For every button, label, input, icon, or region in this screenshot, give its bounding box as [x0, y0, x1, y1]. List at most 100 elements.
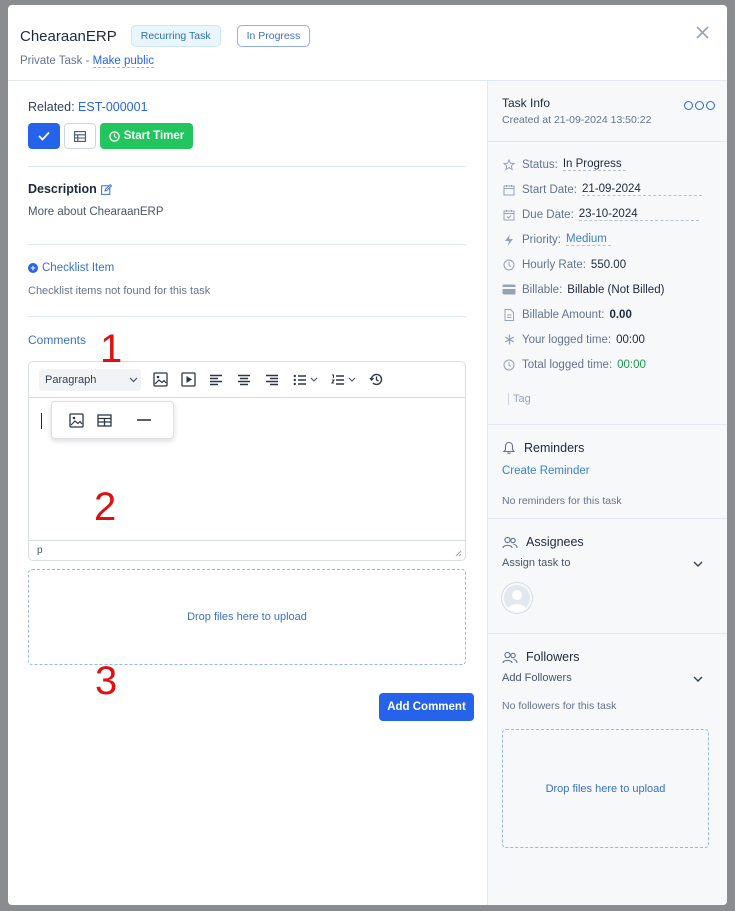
sidebar-file-dropzone[interactable]: Drop files here to upload	[502, 729, 709, 848]
recurring-badge: Recurring Task	[130, 25, 221, 47]
insert-table-icon[interactable]	[95, 411, 113, 429]
mark-complete-button[interactable]	[28, 123, 60, 149]
info-total-logged-time: Total logged time: 00:00	[502, 352, 713, 377]
reminders-empty-text: No reminders for this task	[502, 495, 622, 507]
quick-insert-toolbar	[51, 401, 174, 439]
close-icon[interactable]	[696, 23, 709, 43]
total-logged-time-value: 00:00	[617, 358, 646, 371]
description-header: Description	[28, 182, 467, 196]
avatar[interactable]	[502, 583, 532, 613]
billable-amount-value: 0.00	[609, 308, 632, 321]
editor-toolbar: Paragraph	[29, 362, 465, 398]
task-sidebar: Task Info Created at 21-09-2024 13:50:22…	[487, 81, 727, 905]
more-options-icon[interactable]	[684, 101, 715, 110]
related-label: Related:	[28, 100, 75, 114]
related-link[interactable]: EST-000001	[78, 100, 148, 114]
divider	[28, 316, 466, 317]
description-title: Description	[28, 182, 97, 196]
make-public-link[interactable]: Make public	[92, 55, 155, 68]
divider	[28, 166, 466, 167]
reminders-section: Reminders Create Reminder No reminders f…	[488, 424, 727, 518]
history-icon[interactable]	[367, 371, 385, 389]
checklist-title: Checklist Item	[42, 262, 115, 274]
bolt-icon	[502, 234, 516, 246]
create-reminder-link[interactable]: Create Reminder	[502, 465, 713, 477]
drop-text: Drop files here to upload	[187, 611, 307, 623]
checklist-empty-text: Checklist items not found for this task	[28, 285, 211, 297]
start-timer-button[interactable]: Start Timer	[100, 123, 193, 149]
status-badge: In Progress	[236, 25, 311, 47]
action-buttons: Start Timer	[28, 123, 467, 149]
align-right-icon[interactable]	[263, 371, 281, 389]
bell-icon	[502, 441, 516, 454]
credit-card-icon	[502, 284, 516, 295]
task-modal: ChearaanERP Recurring Task In Progress P…	[8, 5, 727, 905]
calendar-icon	[502, 184, 516, 196]
chevron-down-icon	[693, 676, 703, 682]
plus-circle-icon: +	[28, 263, 38, 273]
chevron-down-icon	[348, 377, 355, 382]
numbered-list-icon[interactable]	[329, 371, 357, 389]
add-comment-button[interactable]: Add Comment	[379, 693, 474, 721]
table-icon	[74, 130, 86, 142]
info-your-logged-time: Your logged time: 00:00	[502, 327, 713, 352]
drop-text: Drop files here to upload	[545, 782, 666, 795]
element-path: p	[37, 545, 43, 556]
info-status: Status: In Progress	[502, 152, 713, 177]
align-left-icon[interactable]	[207, 371, 225, 389]
users-icon	[502, 651, 518, 663]
add-followers-select[interactable]: Add Followers	[502, 672, 713, 684]
followers-header: Followers	[502, 650, 713, 664]
insert-image-icon[interactable]	[151, 371, 169, 389]
reminders-header: Reminders	[502, 441, 713, 455]
private-label: Private Task -	[20, 55, 90, 67]
star-icon	[502, 158, 516, 171]
bullet-list-icon[interactable]	[291, 371, 319, 389]
add-checklist-item[interactable]: + Checklist Item	[28, 262, 467, 274]
file-icon	[502, 308, 516, 321]
followers-empty-text: No followers for this task	[502, 700, 617, 712]
task-info-list: Status: In Progress Start Date: 21-09-20…	[488, 142, 727, 405]
horizontal-line-icon[interactable]	[135, 411, 153, 429]
edit-icon[interactable]	[100, 183, 112, 195]
start-timer-label: Start Timer	[123, 130, 185, 142]
hourly-rate-value: 550.00	[590, 258, 627, 271]
priority-value[interactable]: Medium	[565, 233, 611, 246]
info-billable-amount: Billable Amount: 0.00	[502, 302, 713, 327]
annotation-label: 1	[100, 327, 123, 371]
statistics-button[interactable]	[64, 123, 96, 149]
align-center-icon[interactable]	[235, 371, 253, 389]
task-info-header: Task Info Created at 21-09-2024 13:50:22	[488, 81, 727, 142]
status-value[interactable]: In Progress	[562, 158, 626, 171]
info-priority: Priority: Medium	[502, 227, 713, 252]
assignees-header: Assignees	[502, 535, 713, 549]
clock-icon	[502, 359, 516, 371]
assignees-title: Assignees	[526, 535, 584, 549]
your-logged-time-value: 00:00	[616, 333, 645, 346]
comments-title[interactable]: Comments	[28, 333, 86, 347]
calendar-check-icon	[502, 209, 516, 221]
assignees-section: Assignees Assign task to	[488, 518, 727, 633]
billable-value: Billable (Not Billed)	[567, 283, 665, 296]
modal-header: ChearaanERP Recurring Task In Progress P…	[8, 5, 727, 81]
annotation-label: 2	[94, 485, 117, 529]
asterisk-icon	[502, 334, 516, 345]
users-icon	[502, 536, 518, 548]
assign-task-select[interactable]: Assign task to	[502, 557, 713, 569]
format-select[interactable]: Paragraph	[39, 368, 141, 391]
annotation-label: 3	[95, 659, 118, 703]
insert-image-icon[interactable]	[67, 411, 85, 429]
start-date-value[interactable]: 21-09-2024	[581, 183, 702, 196]
text-caret	[41, 413, 42, 429]
chevron-down-icon	[129, 377, 138, 382]
tag-input[interactable]: Tag	[508, 393, 713, 405]
assign-task-placeholder: Assign task to	[502, 557, 571, 569]
divider	[28, 244, 466, 245]
chevron-down-icon	[310, 377, 317, 382]
insert-media-icon[interactable]	[179, 371, 197, 389]
comment-file-dropzone[interactable]: Drop files here to upload	[28, 569, 466, 665]
task-created-at: Created at 21-09-2024 13:50:22	[502, 114, 652, 126]
resize-handle-icon[interactable]	[455, 550, 462, 557]
due-date-value[interactable]: 23-10-2024	[578, 208, 699, 221]
comment-editor[interactable]: Paragraph p	[28, 361, 466, 561]
